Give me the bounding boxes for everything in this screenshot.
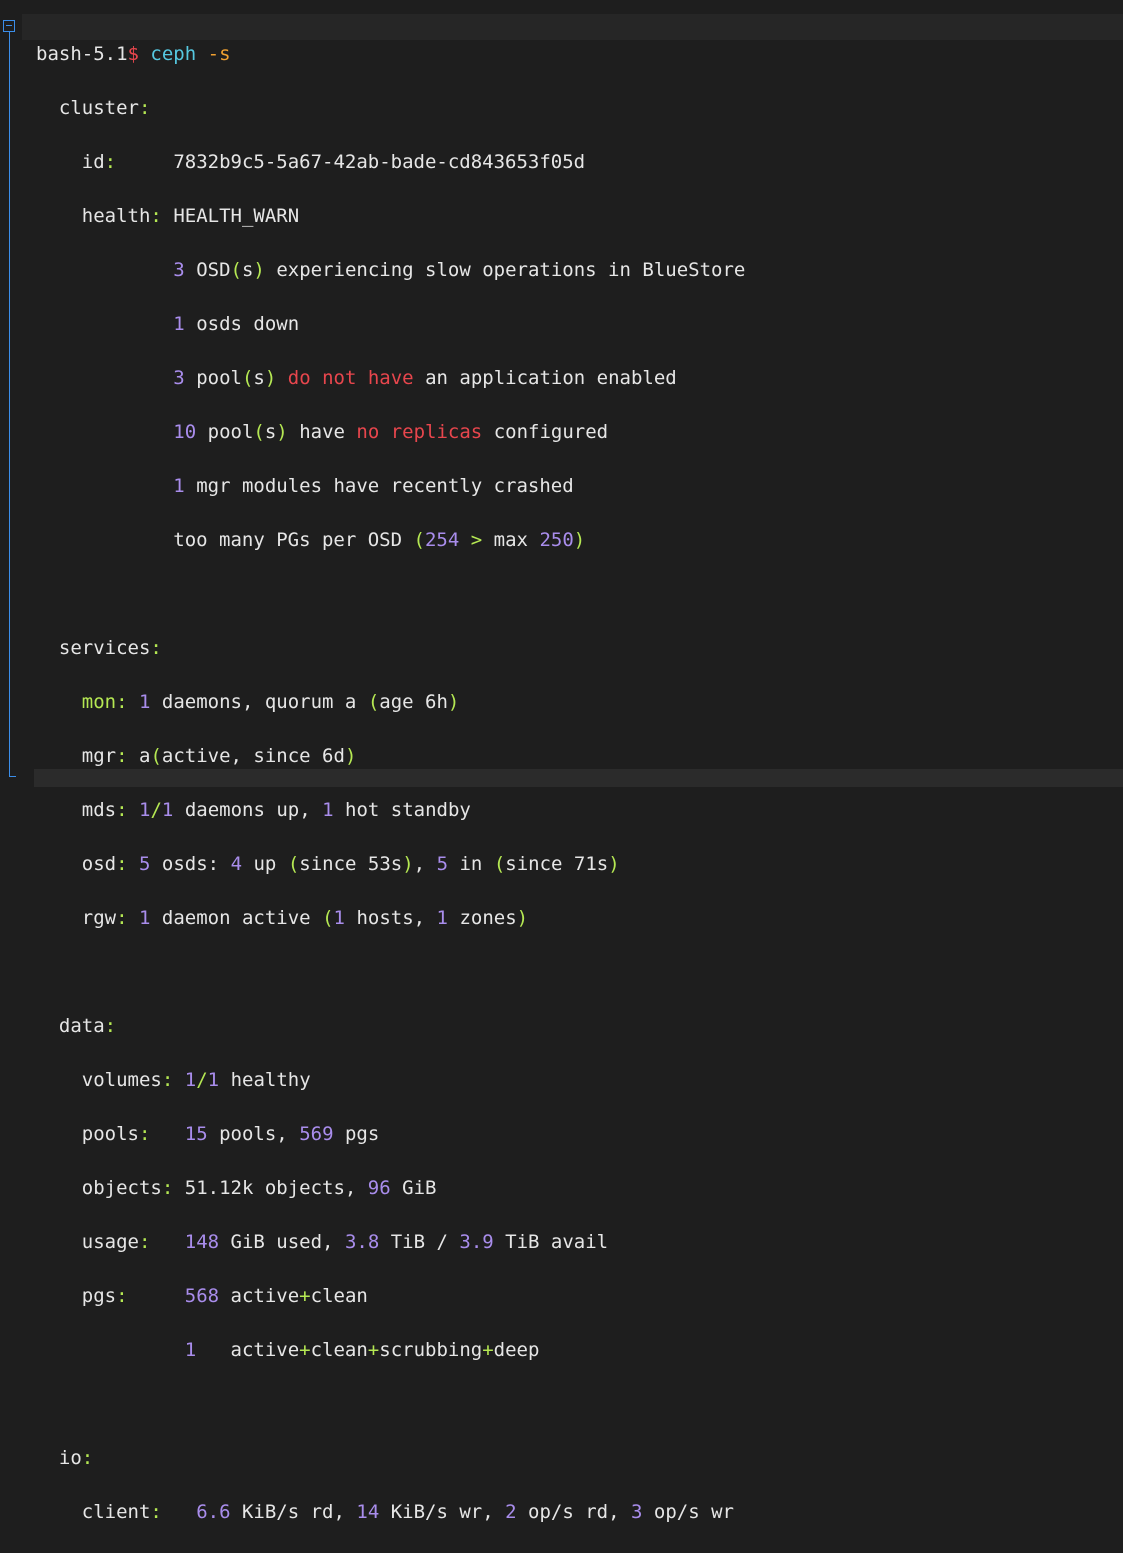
data-volumes: volumes: 1/1 healthy: [81, 1069, 311, 1091]
cluster-id-value: 7832b9c5-5a67-42ab-bade-cd843653f05d: [173, 151, 586, 173]
shell-name: bash-5.1: [36, 43, 128, 65]
health-warning: 3 OSD(s) experiencing slow operations in…: [173, 259, 746, 281]
cluster-health: health: HEALTH_WARN: [81, 205, 300, 227]
terminal-output: bash-5.1$ ceph -s cluster: id: 7832b9c5-…: [36, 14, 745, 1553]
data-pools: pools: 15 pools, 569 pgs: [81, 1123, 380, 1145]
health-warning: too many PGs per OSD (254 > max 250): [173, 529, 586, 551]
collapse-fold-icon[interactable]: [3, 20, 15, 32]
health-warning: 3 pool(s) do not have an application ena…: [173, 367, 677, 389]
health-warning: 10 pool(s) have no replicas configured: [173, 421, 609, 443]
service-rgw: rgw: 1 daemon active (1 hosts, 1 zones): [81, 907, 529, 929]
fold-guide-end: [9, 776, 16, 777]
editor-gutter: [0, 0, 22, 787]
fold-guide-line: [9, 32, 10, 777]
data-objects: objects: 51.12k objects, 96 GiB: [81, 1177, 437, 1199]
prompt-line: bash-5.1$ ceph -s: [36, 41, 745, 68]
data-pgs: pgs: 568 active+clean: [81, 1285, 368, 1307]
cluster-id: id: 7832b9c5-5a67-42ab-bade-cd843653f05d: [81, 151, 586, 173]
data-usage: usage: 148 GiB used, 3.8 TiB / 3.9 TiB a…: [81, 1231, 609, 1253]
data-pgs-2: 1 active+clean+scrubbing+deep: [184, 1339, 540, 1361]
io-client: client: 6.6 KiB/s rd, 14 KiB/s wr, 2 op/…: [81, 1501, 734, 1523]
prompt-symbol: $: [127, 43, 139, 65]
service-mon: mon: 1 daemons, quorum a (age 6h): [81, 691, 460, 713]
service-osd: osd: 5 osds: 4 up (since 53s), 5 in (sin…: [81, 853, 620, 875]
io-header: io:: [58, 1447, 94, 1469]
health-status: HEALTH_WARN: [173, 205, 300, 227]
data-header: data:: [58, 1015, 117, 1037]
command: ceph: [150, 43, 197, 65]
health-warning: 1 osds down: [173, 313, 300, 335]
command-flag: -s: [207, 43, 231, 65]
service-mds: mds: 1/1 daemons up, 1 hot standby: [81, 799, 471, 821]
services-header: services:: [58, 637, 162, 659]
health-warning: 1 mgr modules have recently crashed: [173, 475, 574, 497]
service-mgr: mgr: a(active, since 6d): [81, 745, 357, 767]
cluster-header: cluster:: [58, 97, 151, 119]
